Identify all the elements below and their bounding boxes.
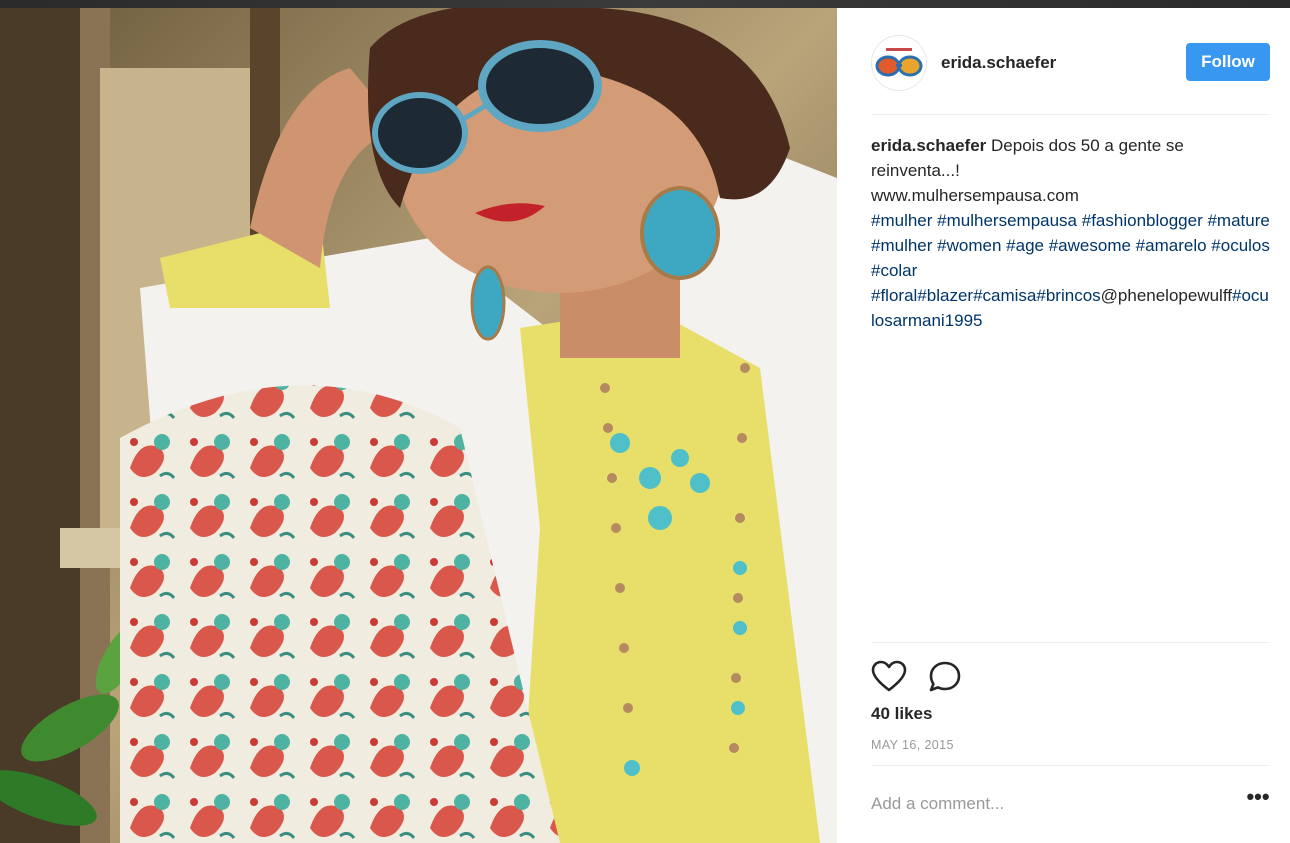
post-caption: erida.schaefer Depois dos 50 a gente se … <box>871 133 1271 333</box>
like-button[interactable] <box>871 659 907 695</box>
hashtag-link[interactable]: #mulhersempausa <box>937 211 1077 230</box>
caption-url: www.mulhersempausa.com <box>871 186 1079 205</box>
avatar-logo-icon <box>872 36 926 90</box>
window-top-strip <box>0 0 1290 8</box>
post-photo[interactable] <box>0 8 837 843</box>
caption-username[interactable]: erida.schaefer <box>871 136 986 155</box>
follow-button[interactable]: Follow <box>1186 43 1270 81</box>
comment-bar: ••• <box>871 765 1270 826</box>
hashtag-link[interactable]: #women <box>937 236 1001 255</box>
hashtag-link[interactable]: #brincos <box>1036 286 1100 305</box>
hashtag-link[interactable]: #awesome <box>1049 236 1131 255</box>
hashtag-link[interactable]: #floral <box>871 286 917 305</box>
hashtag-link[interactable]: #colar <box>871 261 917 280</box>
comment-input[interactable] <box>871 792 1201 816</box>
hashtag-link[interactable]: #age <box>1006 236 1044 255</box>
post-photo-illustration <box>0 8 837 843</box>
hashtag-link[interactable]: #oculos <box>1211 236 1270 255</box>
more-options-icon[interactable]: ••• <box>1246 786 1270 816</box>
hashtag-link[interactable]: #camisa <box>973 286 1036 305</box>
post-username[interactable]: erida.schaefer <box>941 53 1056 73</box>
comment-icon <box>929 661 961 692</box>
post-sidebar: erida.schaefer Follow erida.schaefer Dep… <box>837 8 1290 843</box>
post-actions <box>871 642 1270 703</box>
post-header: erida.schaefer Follow <box>871 34 1270 115</box>
avatar[interactable] <box>871 35 927 91</box>
hashtag-link[interactable]: #mature <box>1207 211 1269 230</box>
post-modal: erida.schaefer Follow erida.schaefer Dep… <box>0 8 1290 843</box>
hashtag-link[interactable]: #blazer <box>917 286 973 305</box>
hashtag-link[interactable]: #mulher <box>871 211 932 230</box>
post-date: MAY 16, 2015 <box>871 738 954 752</box>
hashtag-link[interactable]: #mulher <box>871 236 932 255</box>
hashtag-link[interactable]: #fashionblogger <box>1082 211 1203 230</box>
hashtag-link[interactable]: #amarelo <box>1136 236 1207 255</box>
heart-icon <box>871 660 907 692</box>
comment-button[interactable] <box>927 659 963 695</box>
mention-link[interactable]: @phenelopewulff <box>1101 286 1232 305</box>
likes-count[interactable]: 40 likes <box>871 704 932 724</box>
